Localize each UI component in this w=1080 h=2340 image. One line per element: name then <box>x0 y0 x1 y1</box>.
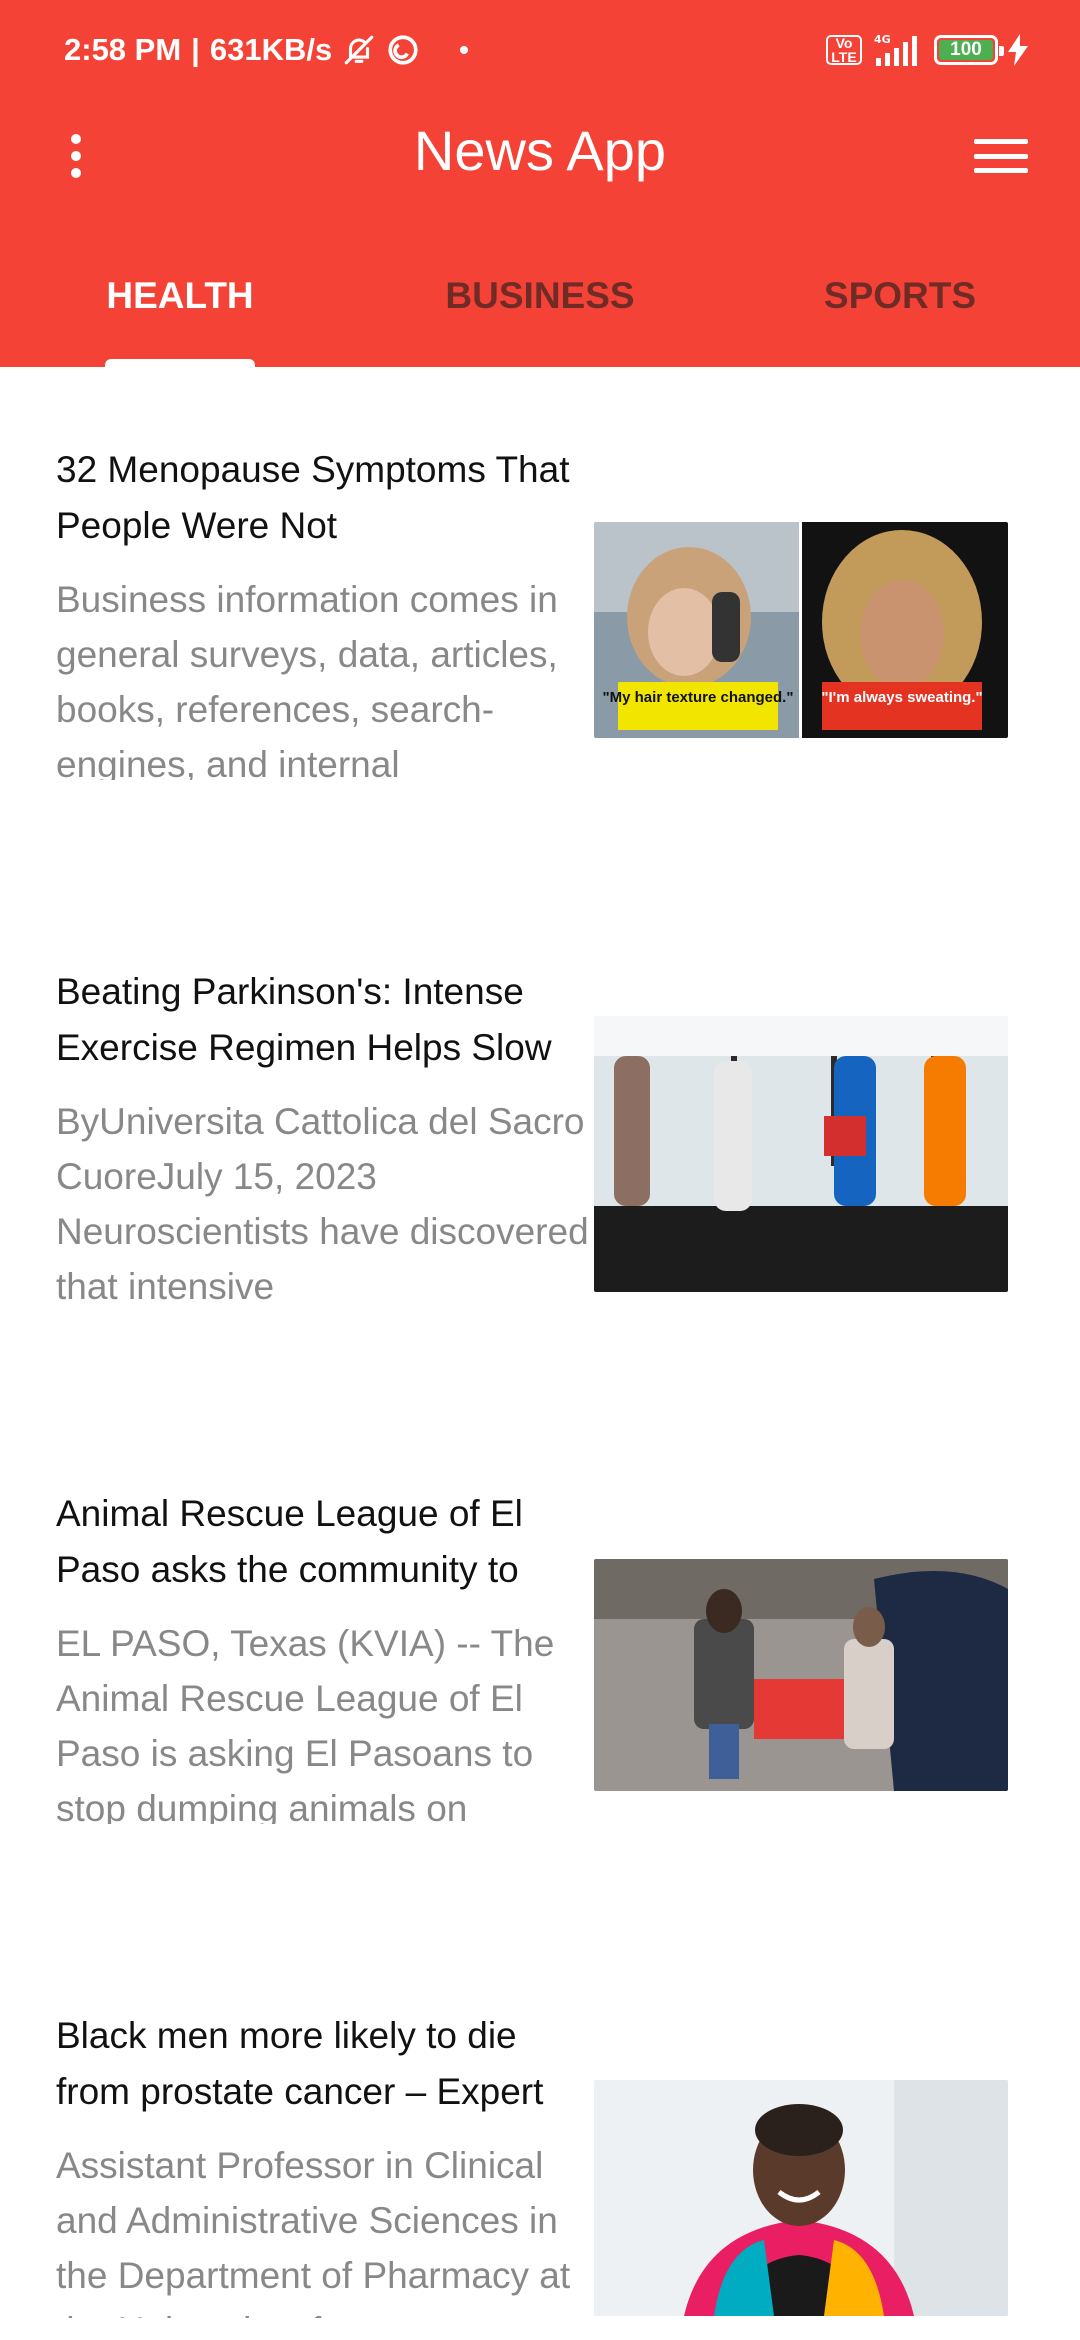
tab-business[interactable]: BUSINESS <box>360 255 720 367</box>
article-thumbnail: "My hair texture changed." "I'm always s… <box>594 522 1008 738</box>
tab-bar: HEALTH BUSINESS SPORTS <box>0 255 1080 367</box>
battery-icon: 100 <box>934 35 1004 65</box>
article-description: ByUniversita Cattolica del Sacro CuoreJu… <box>56 1101 589 1302</box>
charging-bolt-icon <box>1008 34 1028 66</box>
svg-text:4G: 4G <box>874 33 891 46</box>
battery-level: 100 <box>950 39 982 60</box>
signal-icon: 4G <box>872 32 924 68</box>
status-bar: 2:58 PM | 631KB/s Vo LTE 4G 100 <box>0 0 1080 100</box>
volte-icon: Vo LTE <box>826 35 862 65</box>
article-thumbnail <box>594 2080 1008 2316</box>
article-card[interactable]: Beating Parkinson's: Intense Exercise Re… <box>0 964 1080 1394</box>
article-thumbnail <box>594 1016 1008 1292</box>
tab-sports[interactable]: SPORTS <box>720 255 1080 367</box>
status-speed: 631KB/s <box>209 32 333 67</box>
article-card[interactable]: Animal Rescue League of El Paso asks the… <box>0 1486 1080 1916</box>
thumbnail-caption-left: "My hair texture changed." <box>603 689 794 706</box>
notification-dot <box>460 46 469 54</box>
tab-health[interactable]: HEALTH <box>0 255 360 367</box>
article-title: Animal Rescue League of El Paso asks the… <box>56 1493 523 1590</box>
article-card[interactable]: Black men more likely to die from prosta… <box>0 2008 1080 2340</box>
bell-off-icon <box>342 33 376 67</box>
toolbar: News App <box>0 100 1080 210</box>
tab-indicator <box>105 359 255 367</box>
article-title: Beating Parkinson's: Intense Exercise Re… <box>56 971 552 1068</box>
article-title: 32 Menopause Symptoms That People Were N… <box>56 449 570 546</box>
thumbnail-caption-right: "I'm always sweating." <box>821 689 982 706</box>
article-description: Business information comes in general su… <box>56 579 558 780</box>
article-card[interactable]: 32 Menopause Symptoms That People Were N… <box>0 442 1080 872</box>
app-title: News App <box>413 119 667 182</box>
status-time: 2:58 PM <box>64 32 182 67</box>
hamburger-icon[interactable] <box>974 136 1028 176</box>
article-description: Assistant Professor in Clinical and Admi… <box>56 2145 571 2318</box>
article-thumbnail <box>594 1559 1008 1791</box>
article-description: EL PASO, Texas (KVIA) -- The Animal Resc… <box>56 1623 555 1824</box>
do-not-disturb-icon <box>386 33 420 67</box>
article-title: Black men more likely to die from prosta… <box>56 2015 544 2112</box>
